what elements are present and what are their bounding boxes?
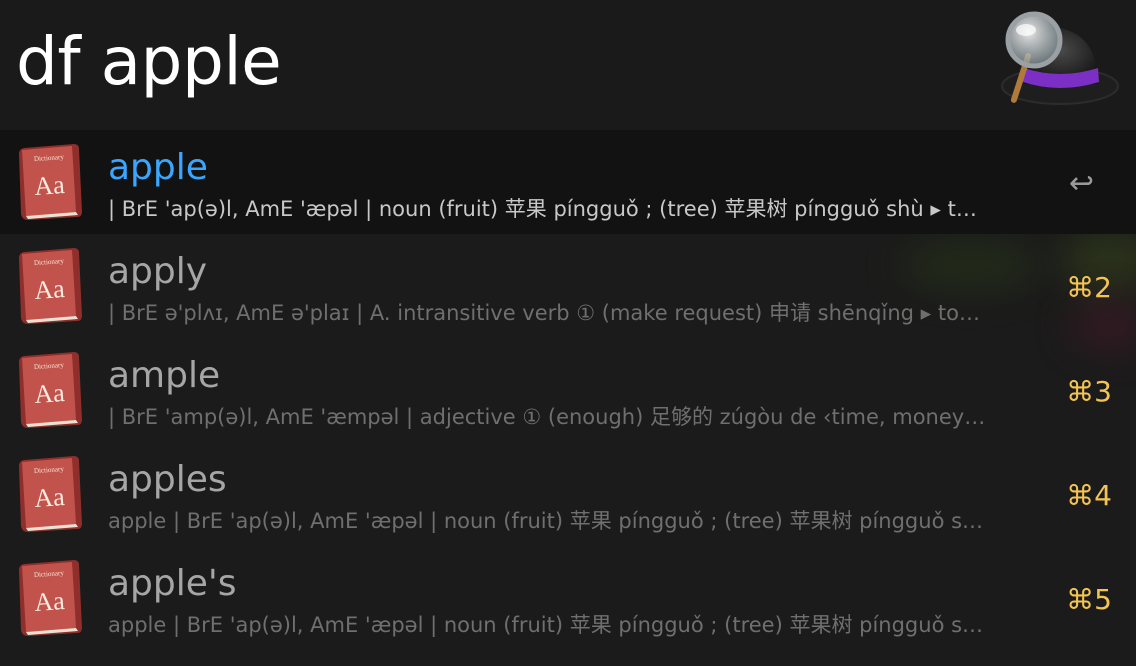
- result-shortcut: ⌘5: [1066, 583, 1112, 616]
- svg-text:Aa: Aa: [33, 274, 66, 305]
- result-subtitle: | BrE 'amp(ə)l, AmE 'æmpəl | adjective ①…: [108, 405, 986, 429]
- alfred-window: df apple Dictionary Aa apple | BrE 'ap(ə…: [0, 0, 1136, 666]
- svg-text:Aa: Aa: [33, 378, 66, 409]
- search-bar[interactable]: df apple: [0, 0, 1136, 130]
- svg-text:Aa: Aa: [33, 170, 66, 201]
- result-subtitle: | BrE 'ap(ə)l, AmE 'æpəl | noun (fruit) …: [108, 197, 977, 221]
- dictionary-icon: Dictionary Aa: [19, 248, 82, 324]
- result-shortcut: ⌘4: [1066, 479, 1112, 512]
- svg-text:Aa: Aa: [33, 482, 66, 513]
- dictionary-icon: Dictionary Aa: [19, 560, 82, 636]
- dictionary-icon: Dictionary Aa: [19, 456, 82, 532]
- svg-text:Aa: Aa: [33, 586, 66, 617]
- result-subtitle: apple | BrE 'ap(ə)l, AmE 'æpəl | noun (f…: [108, 509, 984, 533]
- result-title: apple's: [108, 563, 237, 604]
- result-title: apple: [108, 147, 208, 188]
- result-title: ample: [108, 355, 221, 396]
- result-subtitle: | BrE ə'plʌɪ, AmE ə'plaɪ | A. intransiti…: [108, 301, 980, 325]
- result-title: apples: [108, 459, 227, 500]
- result-row-3[interactable]: Dictionary Aa ample | BrE 'amp(ə)l, AmE …: [0, 338, 1136, 442]
- dictionary-icon: Dictionary Aa: [19, 352, 82, 428]
- search-input[interactable]: df apple: [16, 22, 282, 102]
- result-row-4[interactable]: Dictionary Aa apples apple | BrE 'ap(ə)l…: [0, 442, 1136, 546]
- result-shortcut: ↩: [1068, 166, 1094, 201]
- result-shortcut: ⌘2: [1066, 271, 1112, 304]
- dictionary-icon: Dictionary Aa: [19, 144, 82, 220]
- results-list: Dictionary Aa apple | BrE 'ap(ə)l, AmE '…: [0, 130, 1136, 650]
- result-shortcut: ⌘3: [1066, 375, 1112, 408]
- result-subtitle: apple | BrE 'ap(ə)l, AmE 'æpəl | noun (f…: [108, 613, 984, 637]
- result-row-5[interactable]: Dictionary Aa apple's apple | BrE 'ap(ə)…: [0, 546, 1136, 650]
- alfred-hat-logo-icon: [1001, 11, 1119, 105]
- result-row-2[interactable]: Dictionary Aa apply | BrE ə'plʌɪ, AmE ə'…: [0, 234, 1136, 338]
- result-row-1[interactable]: Dictionary Aa apple | BrE 'ap(ə)l, AmE '…: [0, 130, 1136, 234]
- result-title: apply: [108, 251, 208, 292]
